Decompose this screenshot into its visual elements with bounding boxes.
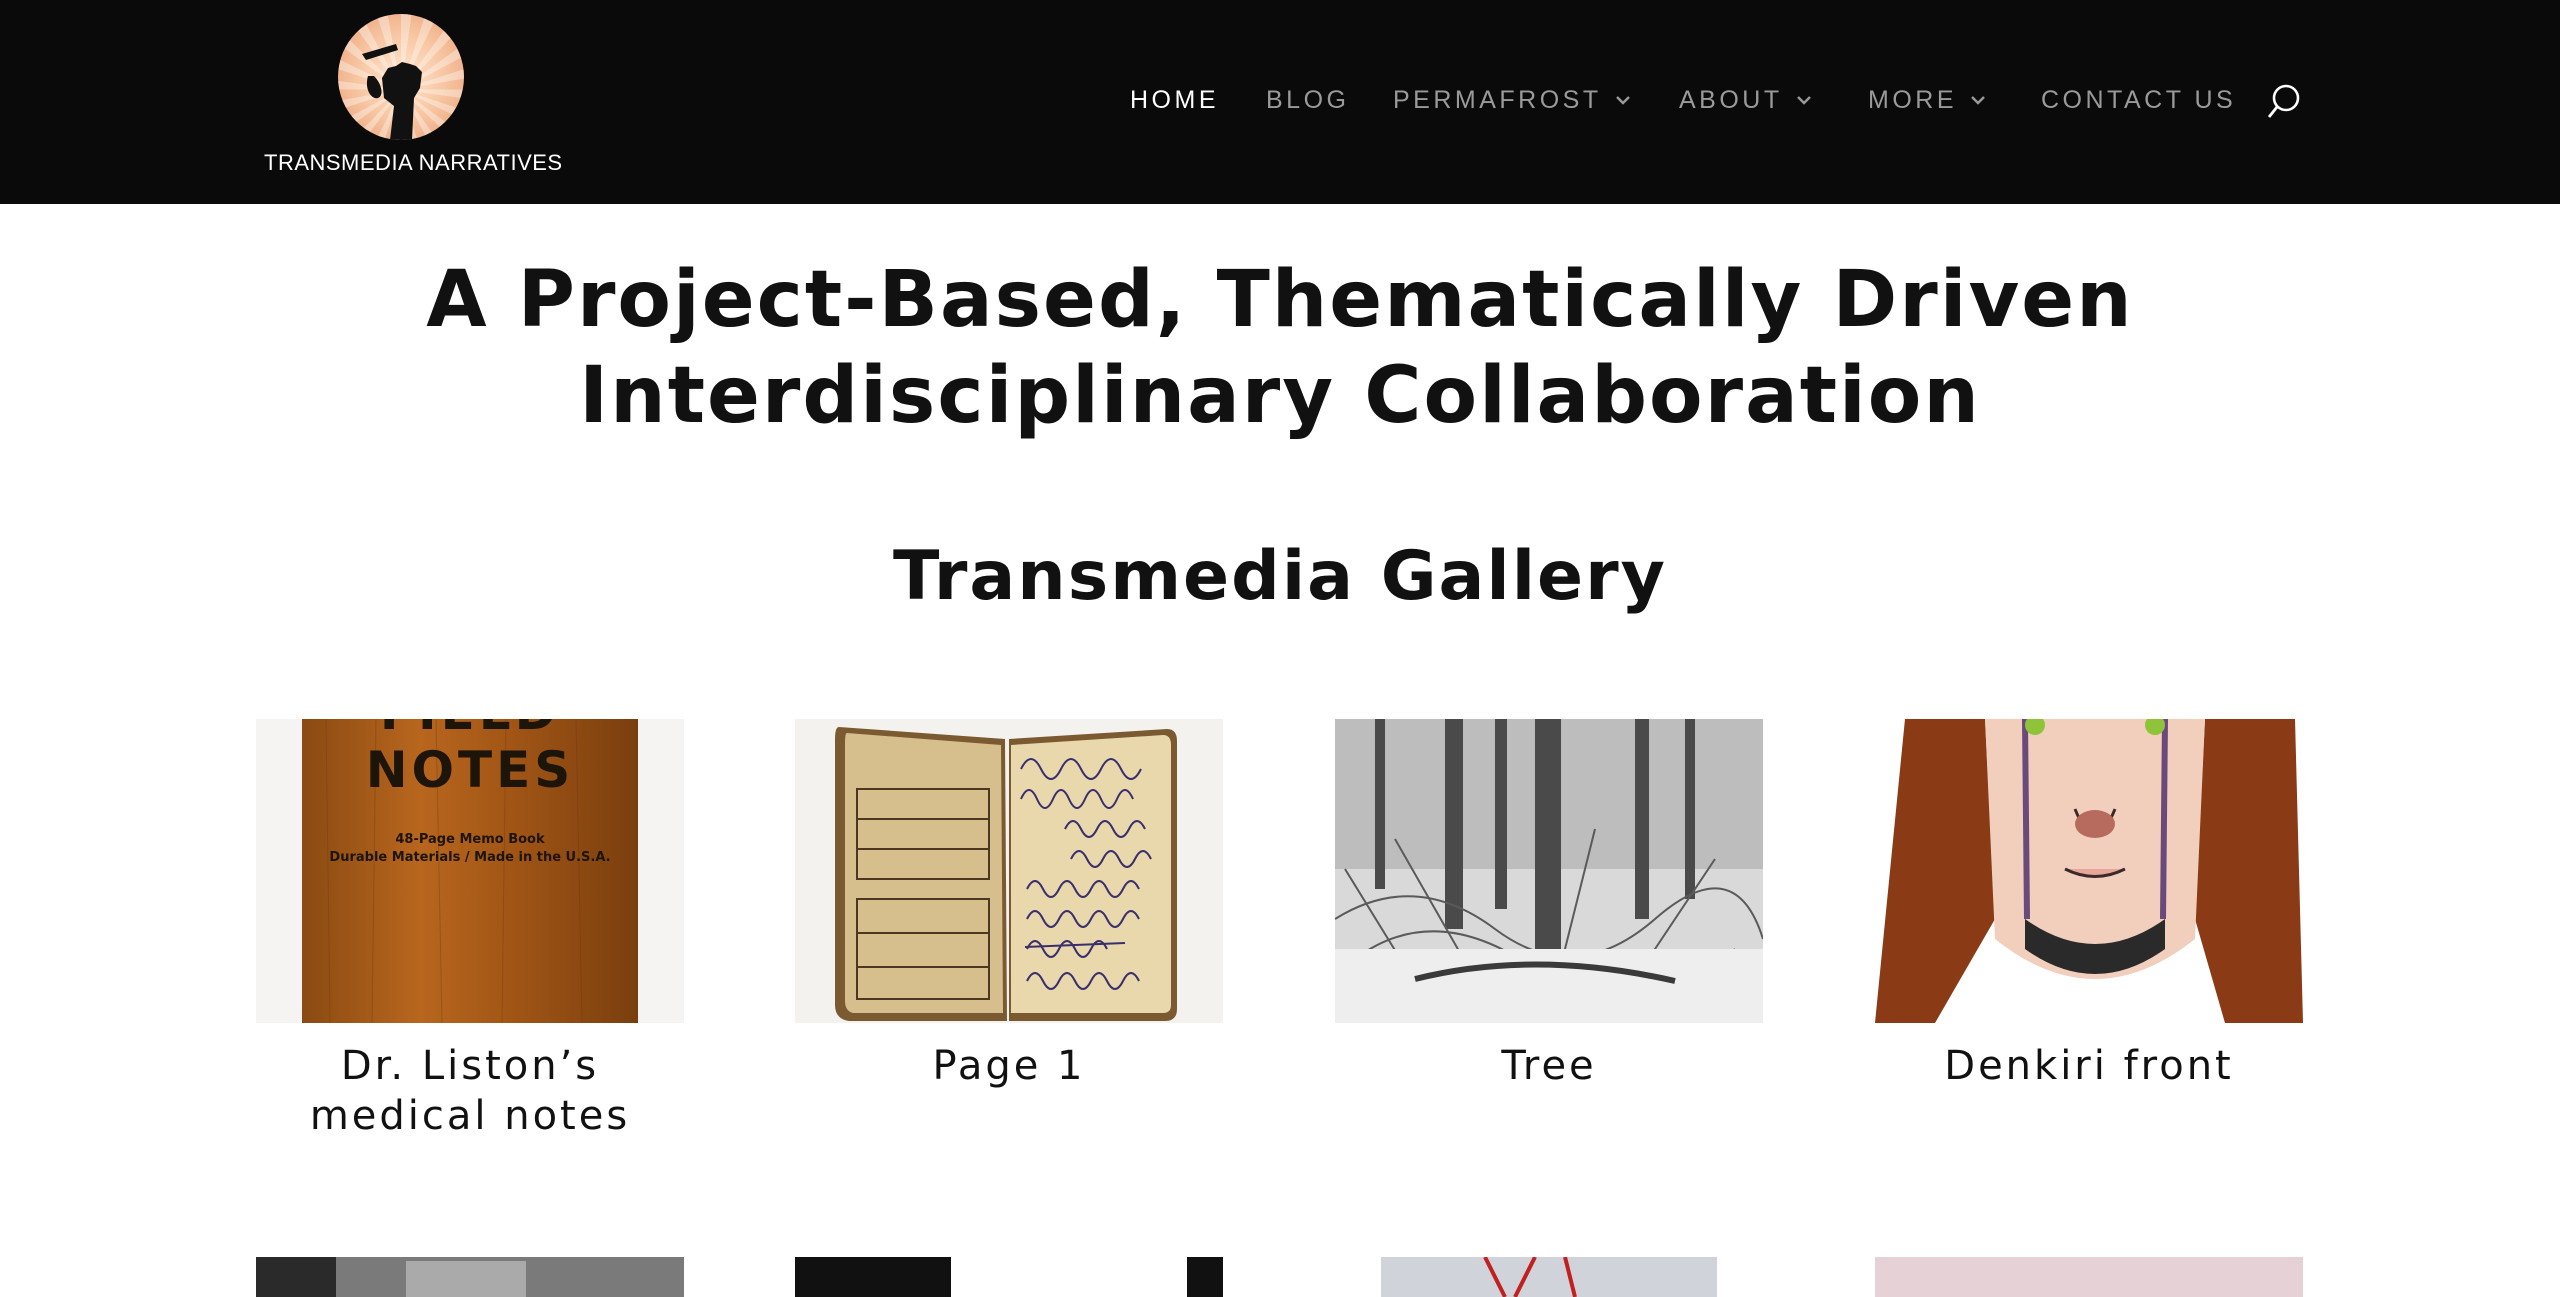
gallery-thumbnail-partial[interactable] (795, 1257, 1223, 1297)
gallery-thumbnail-partial[interactable] (1875, 1257, 2303, 1297)
gallery-caption[interactable]: Page 1 (795, 1041, 1223, 1091)
transmedia-gallery: FIELD NOTES 48-Page Memo Book Durable Ma… (0, 0, 2560, 1297)
notebook-title: NOTES (366, 741, 575, 799)
gallery-thumbnail-field-notes[interactable]: FIELD NOTES 48-Page Memo Book Durable Ma… (256, 719, 684, 1023)
gallery-caption-line-2: medical notes (309, 1093, 631, 1139)
gallery-thumbnail-page-1[interactable] (795, 719, 1223, 1023)
gallery-caption[interactable]: Denkiri front (1875, 1041, 2303, 1091)
gallery-thumbnail-tree[interactable] (1335, 719, 1763, 1023)
gallery-thumbnail-denkiri[interactable] (1875, 719, 2303, 1023)
notebook-sub-1: 48-Page Memo Book (395, 832, 545, 847)
notebook-brand: FIELD (380, 719, 560, 741)
gallery-thumbnail-partial[interactable] (1335, 1257, 1763, 1297)
notebook-sub-2: Durable Materials / Made in the U.S.A. (329, 850, 610, 865)
gallery-thumbnail-partial[interactable] (256, 1257, 684, 1297)
gallery-caption-line-1: Dr. Liston’s (340, 1043, 600, 1089)
gallery-caption[interactable]: Dr. Liston’s medical notes (256, 1041, 684, 1141)
gallery-caption[interactable]: Tree (1335, 1041, 1763, 1091)
